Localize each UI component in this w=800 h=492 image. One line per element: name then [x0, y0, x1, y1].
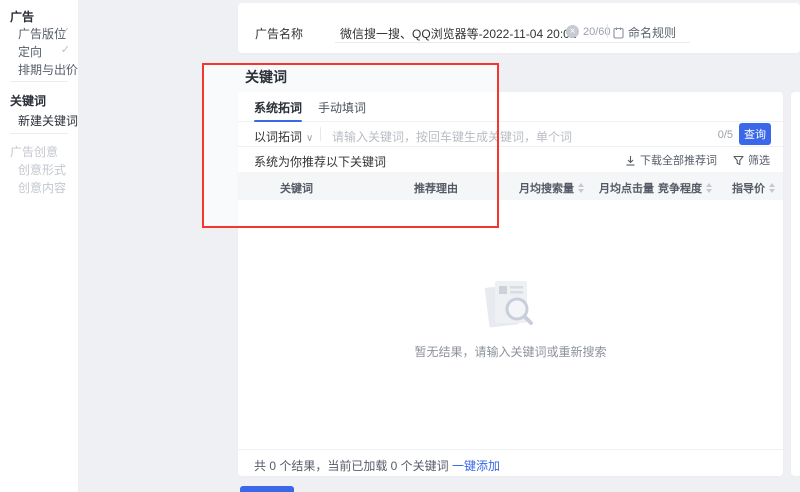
filter-funnel-icon [733, 155, 744, 166]
filter-label: 筛选 [748, 152, 770, 168]
query-button[interactable]: 查询 [739, 123, 771, 145]
sidebar-section-keyword: 关键词 [10, 92, 46, 109]
column-header-label: 月均点击量 [599, 180, 654, 196]
column-header-label: 竞争程度 [658, 180, 702, 196]
input-underline [335, 42, 690, 43]
empty-state: 暂无结果，请输入关键词或重新搜索 [238, 200, 783, 449]
column-header-label: 月均搜索量 [519, 180, 574, 196]
keyword-tabs: 系统拓词 手动填词 [238, 92, 783, 122]
step-sidebar: 广告 广告版位 ✓ 定向 ✓ 排期与出价 ✓ 关键词 新建关键词 广告创意 创意… [0, 0, 78, 492]
chevron-down-icon: ∨ [306, 133, 313, 144]
divider [607, 24, 608, 38]
sidebar-divider [10, 81, 68, 82]
column-header-keyword: 关键词 [280, 180, 313, 196]
column-header-reason: 推荐理由 [414, 180, 458, 196]
naming-rule-label: 命名规则 [628, 24, 676, 41]
keyword-card: 系统拓词 手动填词 以词拓词 ∨ 请输入关键词，按回车键生成关键词，单个词 0/5… [238, 92, 783, 476]
column-header-monthly-click[interactable]: 月均点击量 [599, 180, 664, 196]
sidebar-item-targeting[interactable]: 定向 [18, 43, 42, 60]
result-count-text: 共 0 个结果，当前已加载 0 个关键词 一键添加 [254, 457, 500, 474]
column-header-competition[interactable]: 竞争程度 [658, 180, 712, 196]
keyword-search-row: 以词拓词 ∨ 请输入关键词，按回车键生成关键词，单个词 0/5 查询 [238, 122, 783, 146]
check-icon: ✓ [61, 61, 70, 74]
sidebar-item-creative-content: 创意内容 [18, 179, 66, 196]
keyword-counter: 0/5 [718, 129, 733, 141]
sidebar-item-creative-form: 创意形式 [18, 161, 66, 178]
no-result-illustration-icon [483, 278, 539, 332]
download-all-label: 下载全部推荐词 [640, 152, 717, 168]
download-all-button[interactable]: 下载全部推荐词 [625, 152, 717, 168]
divider [320, 127, 321, 141]
sort-icon[interactable] [706, 183, 712, 193]
sort-icon[interactable] [578, 183, 584, 193]
clear-icon[interactable]: × [566, 25, 579, 38]
expand-mode-select[interactable]: 以词拓词 ∨ [254, 128, 313, 145]
document-icon [613, 27, 624, 39]
empty-state-text: 暂无结果，请输入关键词或重新搜索 [238, 343, 783, 360]
expand-mode-value: 以词拓词 [254, 130, 302, 144]
filter-button[interactable]: 筛选 [733, 152, 770, 168]
next-step-button[interactable] [240, 486, 294, 492]
column-header-monthly-search[interactable]: 月均搜索量 [519, 180, 584, 196]
ad-name-input[interactable]: 微信搜一搜、QQ浏览器等-2022-11-04 20:01 [340, 25, 577, 42]
download-icon [625, 155, 636, 166]
ad-name-label: 广告名称 [255, 25, 303, 42]
sort-icon[interactable] [769, 183, 775, 193]
sidebar-item-new-keyword[interactable]: 新建关键词 [18, 112, 78, 129]
sidebar-divider [10, 133, 68, 134]
right-panel-edge [791, 92, 800, 476]
recommend-row: 系统为你推荐以下关键词 下载全部推荐词 筛选 [238, 147, 783, 172]
recommend-text: 系统为你推荐以下关键词 [254, 153, 386, 170]
tab-manual-fill[interactable]: 手动填词 [318, 99, 366, 116]
result-count-label: 共 0 个结果，当前已加载 0 个关键词 [254, 459, 452, 473]
one-click-add-link[interactable]: 一键添加 [452, 459, 500, 473]
keyword-section-title: 关键词 [245, 67, 287, 87]
sidebar-section-creative: 广告创意 [10, 143, 58, 160]
column-header-label: 指导价 [732, 180, 765, 196]
tab-system-expand[interactable]: 系统拓词 [254, 99, 302, 116]
keyword-input[interactable]: 请输入关键词，按回车键生成关键词，单个词 [332, 128, 572, 145]
ad-name-card: 广告名称 微信搜一搜、QQ浏览器等-2022-11-04 20:01 × 20/… [238, 3, 800, 53]
table-header-row: 关键词 推荐理由 月均搜索量 月均点击量 竞争程度 指导价 [238, 172, 783, 200]
check-icon: ✓ [61, 25, 70, 38]
check-icon: ✓ [61, 43, 70, 56]
result-footer: 共 0 个结果，当前已加载 0 个关键词 一键添加 [238, 449, 783, 476]
sidebar-section-ad: 广告 [10, 8, 34, 25]
sidebar-item-ad-placement[interactable]: 广告版位 [18, 25, 66, 42]
naming-rule-link[interactable]: 命名规则 [613, 24, 676, 41]
column-header-guide-price[interactable]: 指导价 [732, 180, 775, 196]
